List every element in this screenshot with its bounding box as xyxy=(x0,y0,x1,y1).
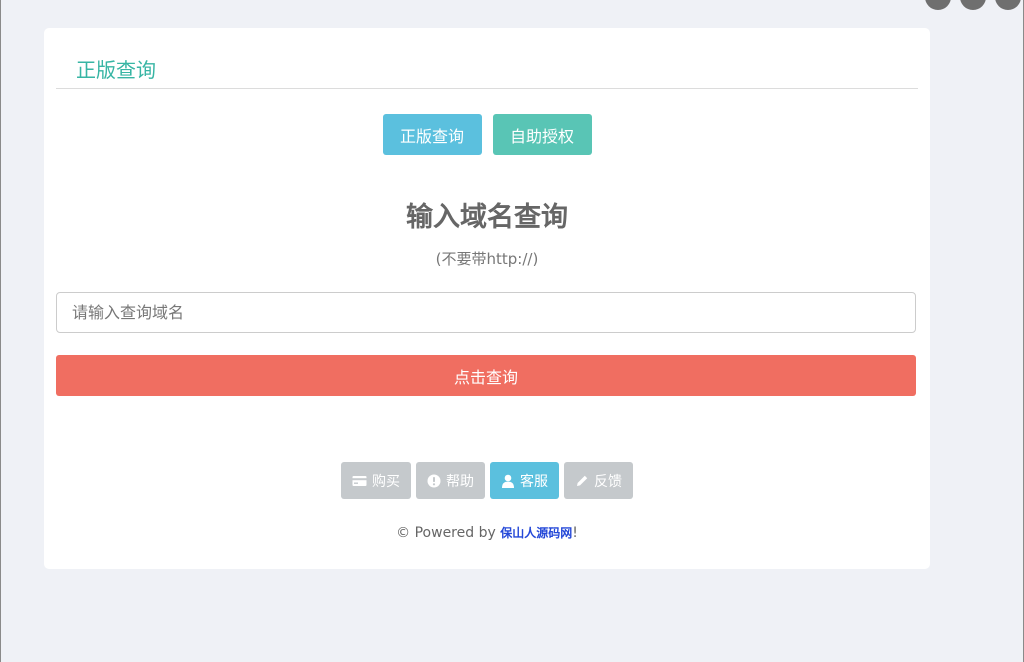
footer-site-link[interactable]: 保山人源码网 xyxy=(500,526,572,540)
window-control-dot[interactable] xyxy=(995,0,1021,10)
pencil-icon xyxy=(575,474,589,488)
help-button[interactable]: 帮助 xyxy=(416,462,485,499)
title-divider xyxy=(56,88,918,89)
customer-service-label: 客服 xyxy=(520,473,548,490)
self-authorize-button[interactable]: 自助授权 xyxy=(492,114,592,155)
genuine-query-button[interactable]: 正版查询 xyxy=(382,114,482,155)
feedback-label: 反馈 xyxy=(594,473,622,490)
footer: © Powered by 保山人源码网! xyxy=(44,524,930,541)
buy-label: 购买 xyxy=(372,473,400,490)
help-label: 帮助 xyxy=(446,473,474,490)
window-control-dot[interactable] xyxy=(960,0,986,10)
footer-suffix: ! xyxy=(572,525,578,541)
feedback-button[interactable]: 反馈 xyxy=(564,462,633,499)
domain-input[interactable] xyxy=(56,292,916,333)
page-heading: 输入域名查询 xyxy=(406,202,568,233)
credit-card-icon xyxy=(352,475,367,487)
footer-prefix: © Powered by xyxy=(396,525,501,541)
query-card: 正版查询 正版查询 自助授权 输入域名查询 (不要带http://) 点击查询 … xyxy=(44,28,930,569)
submit-query-button[interactable]: 点击查询 xyxy=(56,355,916,396)
mode-buttons: 正版查询 自助授权 xyxy=(44,114,930,155)
user-icon xyxy=(501,474,515,488)
action-buttons: 购买 帮助 客服 反馈 xyxy=(44,462,930,499)
customer-service-button[interactable]: 客服 xyxy=(490,462,559,499)
page: 正版查询 正版查询 自助授权 输入域名查询 (不要带http://) 点击查询 … xyxy=(0,0,1024,662)
window-controls xyxy=(925,0,1021,10)
buy-button[interactable]: 购买 xyxy=(341,462,411,499)
card-title: 正版查询 xyxy=(76,58,156,82)
window-control-dot[interactable] xyxy=(925,0,951,10)
exclamation-circle-icon xyxy=(427,474,441,488)
input-hint: (不要带http://) xyxy=(435,250,539,268)
